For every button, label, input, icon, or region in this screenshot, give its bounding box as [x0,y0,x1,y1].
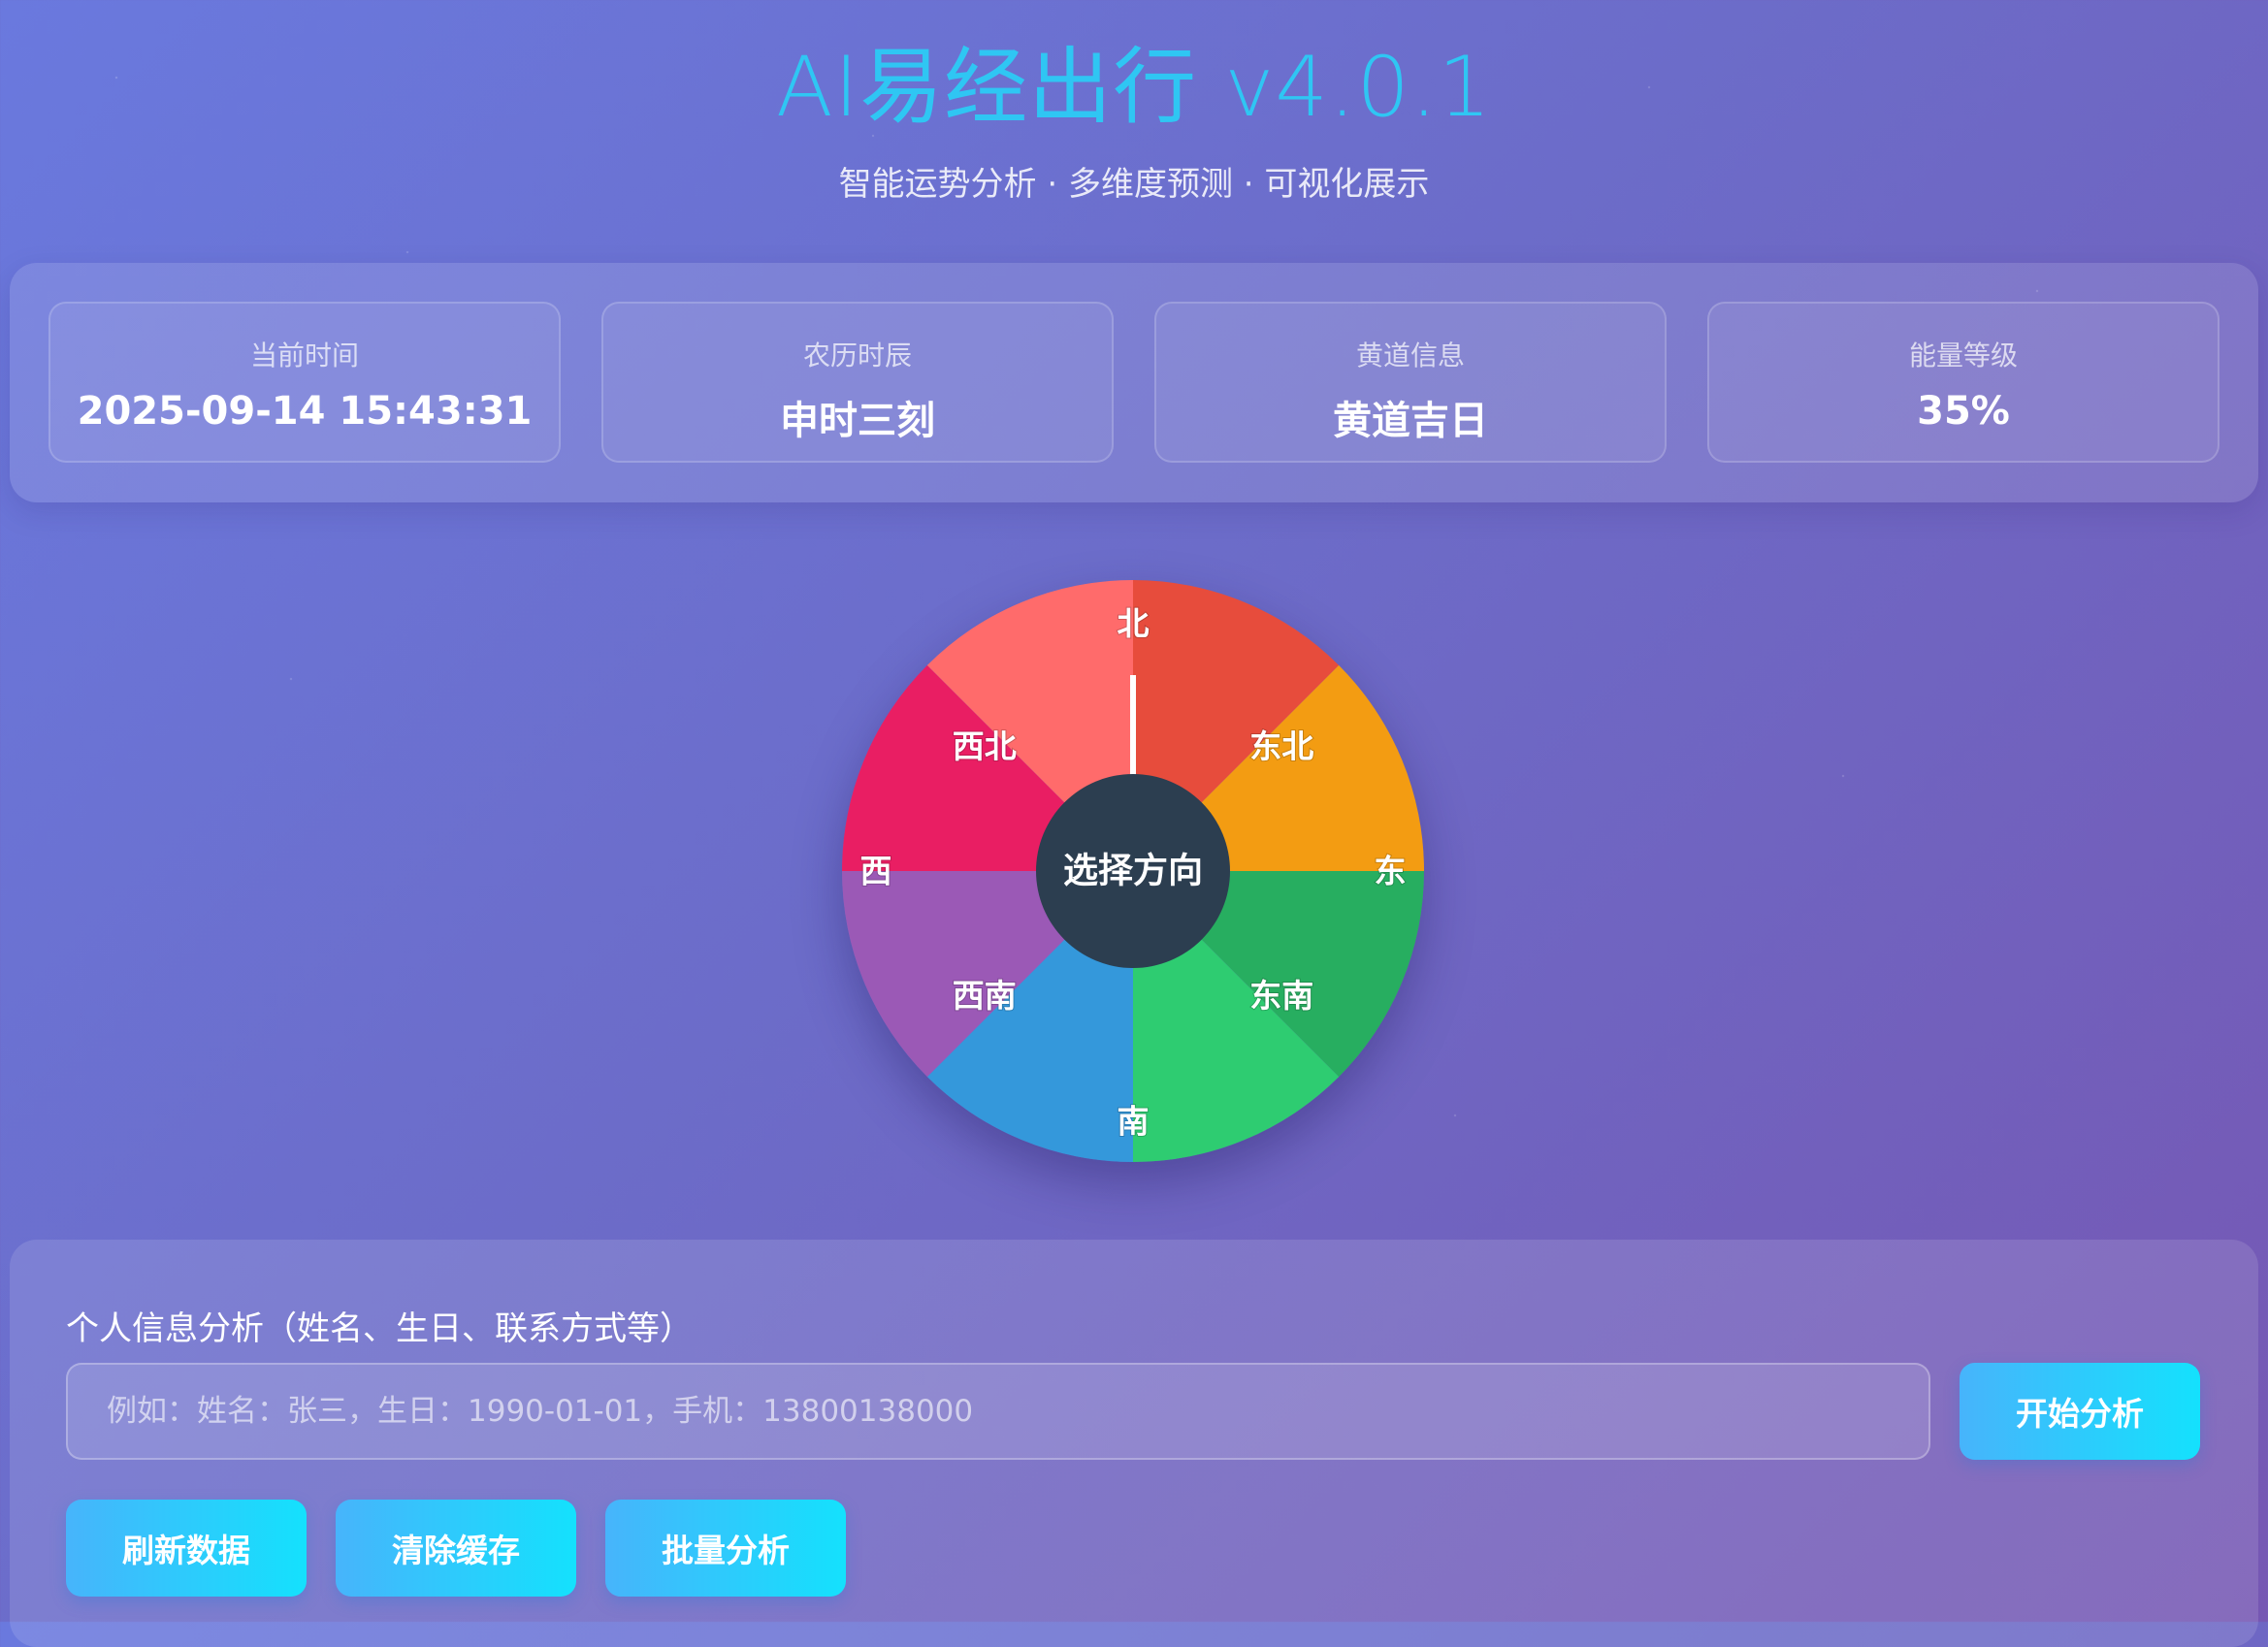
lunar-hour-label: 农历时辰 [802,339,912,371]
lunar-hour-card: 农历时辰 申时三刻 [601,302,1114,463]
refresh-data-button[interactable]: 刷新数据 [66,1500,307,1597]
status-info-panel: 当前时间 2025-09-14 15:43:31 农历时辰 申时三刻 黄道信息 … [10,263,2258,502]
page-header: AI易经出行 v4.0.1 智能运势分析 · 多维度预测 · 可视化展示 [0,39,2268,205]
energy-level-card: 能量等级 35% [1707,302,2219,463]
page-title: AI易经出行 v4.0.1 [775,39,1493,136]
current-time-value: 2025-09-14 15:43:31 [77,389,533,434]
auspicious-day-card: 黄道信息 黄道吉日 [1154,302,1667,463]
current-time-card: 当前时间 2025-09-14 15:43:31 [49,302,561,463]
wheel-label-northwest: 西北 [953,727,1017,765]
energy-level-label: 能量等级 [1908,339,2018,371]
wheel-label-northeast: 东北 [1249,727,1313,765]
wheel-label-east: 东 [1375,853,1407,890]
personal-info-input[interactable] [66,1363,1930,1460]
wheel-label-north: 北 [1118,605,1150,643]
wheel-pointer [1130,675,1136,782]
wheel-label-southeast: 东南 [1249,977,1313,1015]
page-subtitle: 智能运势分析 · 多维度预测 · 可视化展示 [838,165,1430,204]
analysis-panel: 个人信息分析（姓名、生日、联系方式等） 开始分析 刷新数据 清除缓存 批量分析 [10,1240,2258,1647]
lunar-hour-value: 申时三刻 [780,399,935,443]
direction-wheel[interactable]: 北东北东东南南 西南 西 西北选择方向 [842,580,1424,1162]
direction-wheel-svg[interactable]: 北东北东东南南 西南 西 西北选择方向 [842,580,1424,1162]
wheel-label-southwest: 西南 [953,977,1017,1015]
batch-analysis-button[interactable]: 批量分析 [605,1500,846,1597]
energy-level-value: 35% [1917,389,2010,434]
wheel-center-label[interactable]: 选择方向 [1063,852,1203,891]
wheel-label-west: 西 [860,853,892,890]
analysis-label: 个人信息分析（姓名、生日、联系方式等） [66,1309,693,1348]
current-time-label: 当前时间 [249,339,359,371]
auspicious-day-label: 黄道信息 [1355,339,1465,371]
start-analysis-button[interactable]: 开始分析 [1960,1363,2200,1460]
clear-cache-button[interactable]: 清除缓存 [336,1500,576,1597]
wheel-label-south: 南 [1118,1103,1150,1141]
auspicious-day-value: 黄道吉日 [1333,399,1488,443]
